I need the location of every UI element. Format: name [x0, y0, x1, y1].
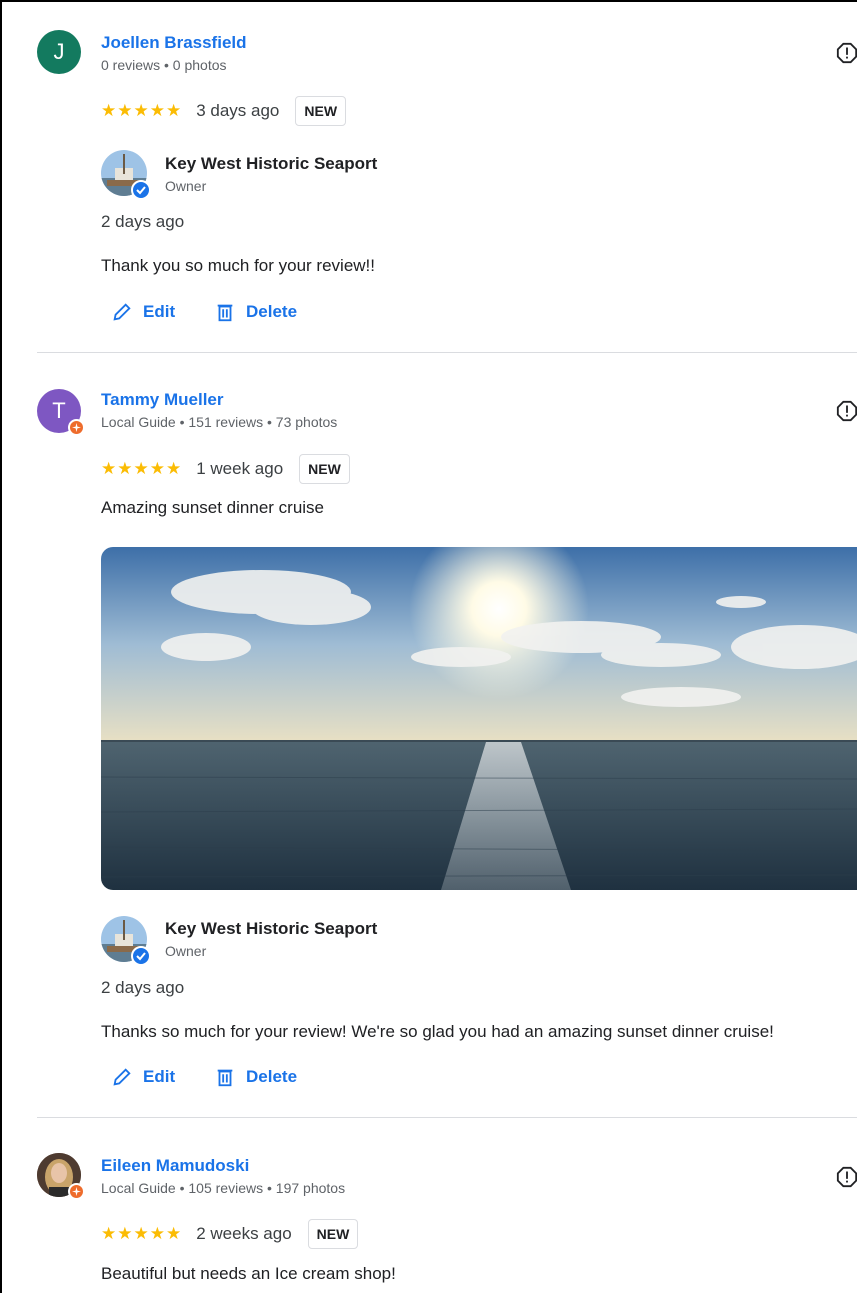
trash-icon	[217, 1069, 233, 1087]
reviewer-avatar[interactable]	[37, 1153, 85, 1200]
delete-label: Delete	[246, 1067, 298, 1086]
reply-date: 2 days ago	[101, 978, 185, 997]
owner-avatar	[101, 916, 151, 966]
review-divider	[37, 1117, 857, 1118]
star-rating: ★★★★★	[101, 1224, 183, 1243]
review-date: 2 weeks ago	[196, 1224, 292, 1243]
review-date: 1 week ago	[196, 459, 284, 478]
reviewer-meta: Local Guide • 151 reviews • 73 photos	[101, 414, 338, 430]
pencil-icon	[113, 303, 131, 321]
star-rating: ★★★★★	[101, 101, 183, 120]
review-text: Beautiful but needs an Ice cream shop!	[101, 1264, 396, 1283]
new-badge: NEW	[299, 454, 350, 484]
rating-row: ★★★★★ 1 week ago NEW	[101, 454, 350, 484]
edit-label: Edit	[143, 302, 176, 321]
trash-icon	[217, 304, 233, 322]
avatar-letter: J	[53, 39, 65, 64]
review-date: 3 days ago	[196, 101, 280, 120]
reviewer-name[interactable]: Tammy Mueller	[101, 390, 224, 410]
new-badge: NEW	[295, 96, 347, 126]
reviewer-avatar[interactable]: J	[37, 30, 81, 74]
owner-name: Key West Historic Seaport	[165, 919, 378, 938]
review-list: J Joellen Brassfield 0 reviews • 0 photo…	[0, 0, 857, 1293]
reviewer-name[interactable]: Eileen Mamudoski	[101, 1156, 249, 1176]
reviewer-name[interactable]: Joellen Brassfield	[101, 33, 247, 53]
review-divider	[37, 352, 857, 353]
delete-reply-button[interactable]: Delete	[214, 1066, 297, 1088]
report-flag-icon[interactable]	[836, 400, 857, 422]
rating-row: ★★★★★ 2 weeks ago NEW	[101, 1219, 359, 1249]
owner-role: Owner	[165, 943, 207, 959]
star-rating: ★★★★★	[101, 459, 183, 478]
reply-date: 2 days ago	[101, 212, 185, 231]
verified-check-icon	[131, 180, 151, 200]
new-badge: NEW	[307, 1219, 359, 1249]
reviewer-meta: 0 reviews • 0 photos	[101, 57, 227, 73]
owner-role: Owner	[165, 178, 207, 194]
review-text: Amazing sunset dinner cruise	[101, 498, 325, 517]
sunset-sea-photo	[101, 547, 857, 890]
rating-row: ★★★★★ 3 days ago NEW	[101, 96, 347, 126]
edit-reply-button[interactable]: Edit	[111, 1066, 175, 1088]
edit-label: Edit	[143, 1067, 176, 1086]
reply-text: Thank you so much for your review!!	[101, 256, 376, 275]
local-guide-badge-icon	[68, 419, 85, 436]
reviewer-meta: Local Guide • 105 reviews • 197 photos	[101, 1180, 346, 1196]
local-guide-badge-icon	[68, 1183, 85, 1200]
avatar-letter: T	[52, 398, 66, 423]
review-photo[interactable]	[101, 547, 857, 890]
report-flag-icon[interactable]	[836, 1166, 857, 1188]
verified-check-icon	[131, 946, 151, 966]
owner-name: Key West Historic Seaport	[165, 154, 378, 173]
edit-reply-button[interactable]: Edit	[111, 301, 175, 323]
delete-reply-button[interactable]: Delete	[214, 301, 297, 323]
owner-avatar	[101, 150, 151, 200]
reply-text: Thanks so much for your review! We're so…	[101, 1022, 774, 1041]
report-flag-icon[interactable]	[836, 42, 857, 64]
pencil-icon	[113, 1068, 131, 1086]
reviewer-avatar[interactable]: T	[37, 389, 85, 436]
delete-label: Delete	[246, 302, 298, 321]
